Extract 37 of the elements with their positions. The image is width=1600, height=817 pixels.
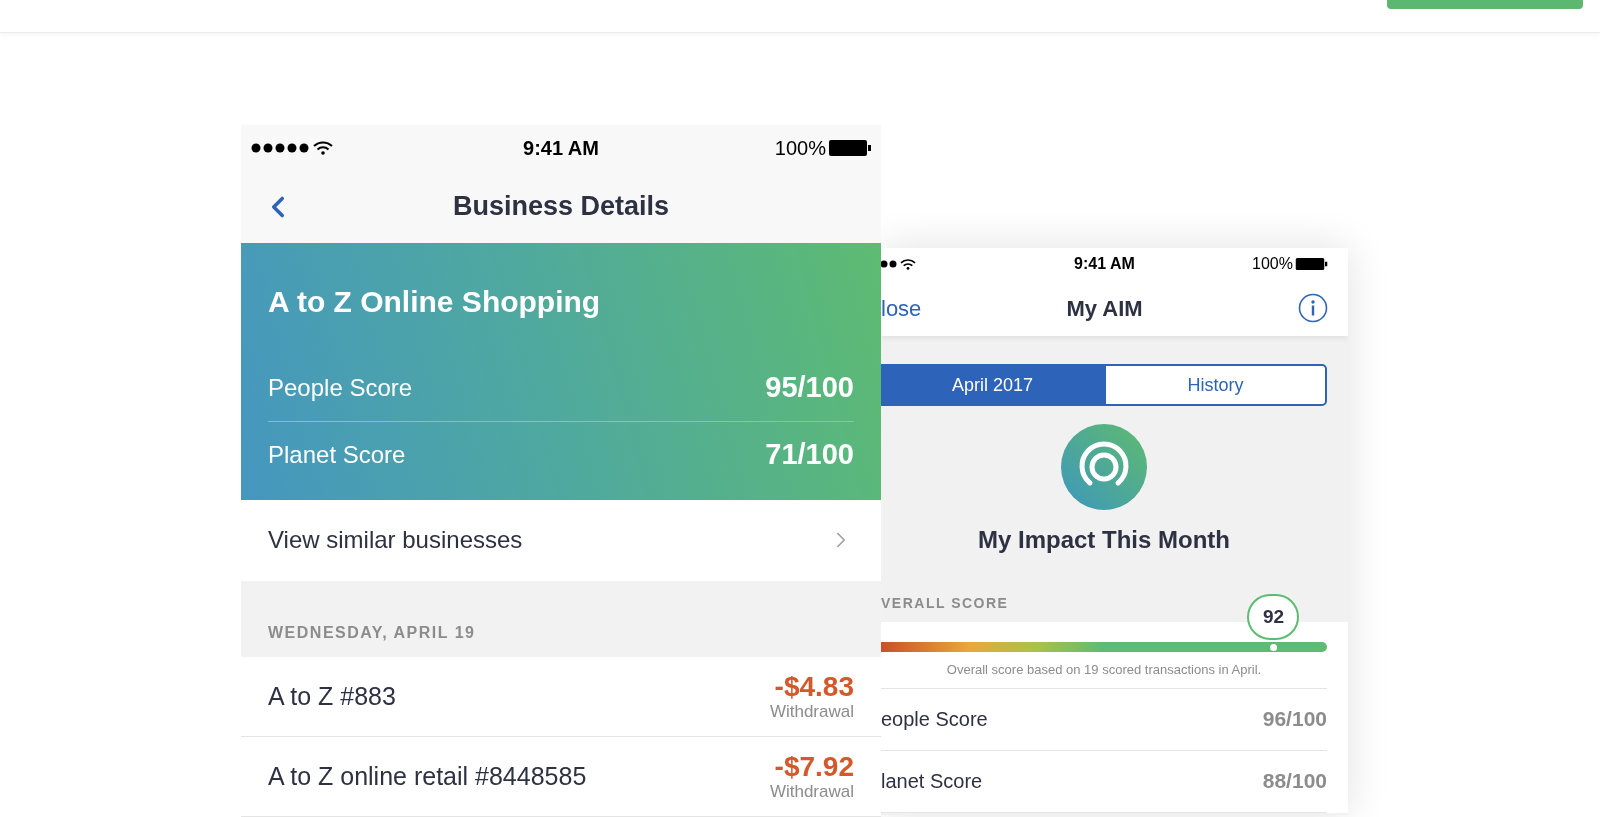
score-value: 88/100 [1262,768,1327,795]
close-button[interactable]: lose [881,291,961,325]
transaction-name: A to Z #883 [268,680,396,712]
segment-tab[interactable]: History [1104,364,1327,406]
score-label: eople Score [881,707,988,732]
screen-title: My AIM [1066,294,1143,323]
wifi-icon [900,258,916,270]
wifi-icon [313,140,333,155]
battery-icon [829,139,871,156]
overall-score-label: VERALL SCORE [881,593,1009,613]
battery-percent: 100% [1252,254,1293,274]
transaction-amount: -$7.92 [774,753,854,781]
score-value: 95/100 [765,369,854,405]
battery-icon [1295,258,1328,270]
score-value: 96/100 [1262,706,1327,733]
signal-icon [251,142,309,153]
score-note: Overall score based on 19 scored transactions in April. [946,661,1262,679]
score-label: People Score [268,372,413,403]
business-name: A to Z Online Shopping [268,284,602,320]
status-time: 9:41 AM [523,135,599,161]
target-icon [1061,424,1147,510]
segment-tab[interactable]: April 2017 [881,364,1104,406]
transaction-name: A to Z online retail #8448585 [268,760,587,792]
battery-percent: 100% [774,135,826,161]
score-value: 71/100 [765,437,854,473]
status-time: 9:41 AM [1074,254,1135,274]
score-label: Planet Score [268,440,406,470]
transaction-amount: -$4.83 [774,673,854,701]
info-icon[interactable] [1298,293,1328,323]
transaction-type: Withdrawal [769,703,854,720]
date-header: WEDNESDAY, APRIL 19 [268,623,476,643]
screen-title: Business Details [452,190,670,224]
signal-icon [881,260,897,268]
transaction-type: Withdrawal [769,783,854,800]
score-bubble: 92 [1247,594,1300,640]
score-label: lanet Score [881,769,983,794]
impact-heading: My Impact This Month [978,525,1230,555]
